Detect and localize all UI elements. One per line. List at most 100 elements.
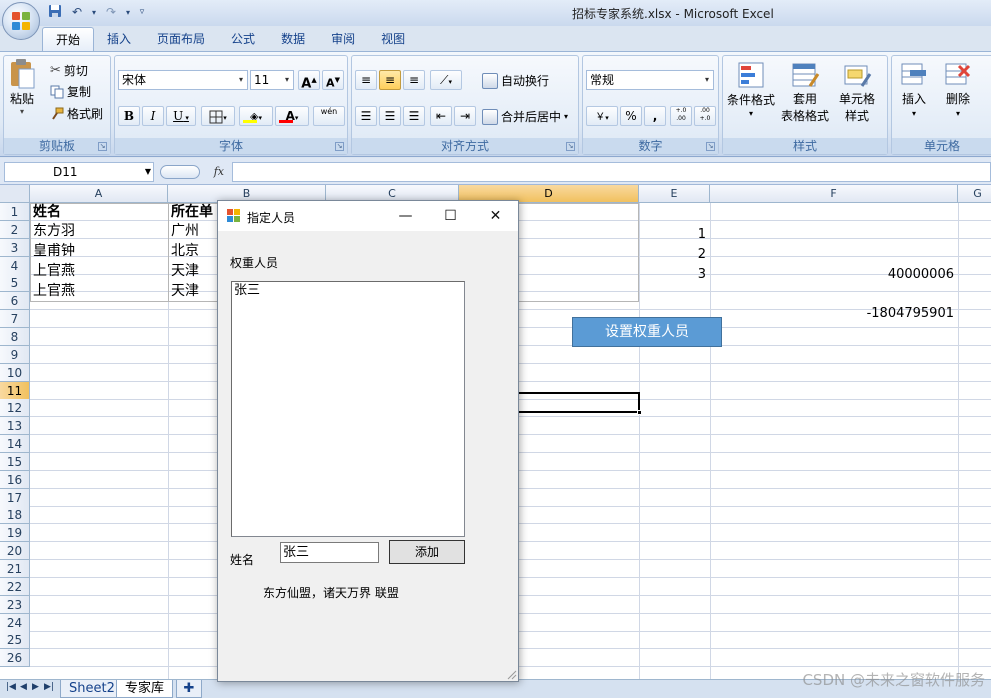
tab-view[interactable]: 视图 <box>368 27 418 51</box>
insert-function-button[interactable]: fx <box>158 162 230 182</box>
list-item[interactable]: 张三 <box>232 282 464 299</box>
row-header-22[interactable]: 22 <box>0 578 30 596</box>
first-sheet-icon[interactable]: |◀ <box>6 682 16 692</box>
shrink-font-button[interactable]: A▼ <box>322 70 344 90</box>
row-header-25[interactable]: 25 <box>0 631 30 649</box>
copy-button[interactable]: 复制 <box>50 83 91 100</box>
percent-button[interactable]: % <box>620 106 642 126</box>
save-icon[interactable] <box>46 4 64 21</box>
tab-formulas[interactable]: 公式 <box>218 27 268 51</box>
row-header-11[interactable]: 11 <box>0 382 30 400</box>
tab-home[interactable]: 开始 <box>42 27 95 51</box>
number-format-select[interactable]: 常规 ▾ <box>586 70 714 90</box>
sheet-tab-expert-library[interactable]: 专家库 <box>116 680 174 698</box>
font-size-select[interactable]: 11 ▾ <box>250 70 294 90</box>
fill-color-button[interactable]: ◈▾ <box>239 106 273 126</box>
align-bottom-button[interactable]: ≡ <box>403 70 425 90</box>
wrap-text-button[interactable]: 自动换行 <box>482 72 549 89</box>
font-launcher-icon[interactable]: ↘ <box>335 142 344 151</box>
select-all-corner[interactable] <box>0 185 30 203</box>
increase-indent-button[interactable]: ⇥ <box>454 106 476 126</box>
align-right-button[interactable]: ☰ <box>403 106 425 126</box>
row-header-14[interactable]: 14 <box>0 435 30 453</box>
tab-page-layout[interactable]: 页面布局 <box>144 27 218 51</box>
clipboard-launcher-icon[interactable]: ↘ <box>98 142 107 151</box>
number-launcher-icon[interactable]: ↘ <box>706 142 715 151</box>
row-header-4[interactable]: 4 <box>0 257 30 275</box>
comma-button[interactable]: , <box>644 106 666 126</box>
phonetic-button[interactable]: wén <box>313 106 345 126</box>
row-header-9[interactable]: 9 <box>0 346 30 364</box>
alignment-launcher-icon[interactable]: ↘ <box>566 142 575 151</box>
row-header-6[interactable]: 6 <box>0 292 30 310</box>
minimize-icon[interactable]: — <box>383 201 428 231</box>
undo-dropdown-icon[interactable]: ▾ <box>90 4 98 21</box>
cell-f4[interactable]: 40000006 <box>710 265 958 284</box>
formula-input[interactable] <box>232 162 991 182</box>
font-color-button[interactable]: A▾ <box>275 106 309 126</box>
font-name-select[interactable]: 宋体 ▾ <box>118 70 248 90</box>
tab-review[interactable]: 审阅 <box>318 27 368 51</box>
formula-bar-slider[interactable] <box>160 165 200 179</box>
add-button[interactable]: 添加 <box>389 540 465 564</box>
name-box[interactable]: D11 ▼ <box>4 162 154 182</box>
row-header-2[interactable]: 2 <box>0 221 30 239</box>
redo-dropdown-icon[interactable]: ▾ <box>124 4 132 21</box>
row-header-7[interactable]: 7 <box>0 310 30 328</box>
customize-icon[interactable]: ▿ <box>136 4 148 21</box>
orientation-button[interactable]: ⟋▾ <box>430 70 462 90</box>
align-middle-button[interactable]: ≡ <box>379 70 401 90</box>
column-header-f[interactable]: F <box>710 185 958 203</box>
name-input[interactable]: 张三 <box>280 542 379 563</box>
row-header-17[interactable]: 17 <box>0 489 30 507</box>
cell-a1[interactable]: 姓名 <box>30 203 168 222</box>
row-header-3[interactable]: 3 <box>0 239 30 257</box>
insert-cells-button[interactable]: 插入 ▾ <box>900 60 928 118</box>
weight-persons-listbox[interactable]: 张三 <box>231 281 465 537</box>
format-as-table-button[interactable]: 套用 表格格式 <box>781 60 829 124</box>
format-painter-button[interactable]: 格式刷 <box>50 105 103 122</box>
row-header-13[interactable]: 13 <box>0 417 30 435</box>
row-header-19[interactable]: 19 <box>0 524 30 542</box>
cell-a4[interactable]: 上官燕 <box>30 262 168 281</box>
row-header-1[interactable]: 1 <box>0 203 30 221</box>
decrease-decimal-button[interactable]: .00 +.0 <box>694 106 716 126</box>
office-button[interactable] <box>2 2 40 40</box>
decrease-indent-button[interactable]: ⇤ <box>430 106 452 126</box>
row-header-18[interactable]: 18 <box>0 506 30 524</box>
currency-button[interactable]: ￥▾ <box>586 106 618 126</box>
cut-button[interactable]: ✂ 剪切 <box>50 62 88 79</box>
cell-e3[interactable]: 2 <box>639 245 710 264</box>
tab-insert[interactable]: 插入 <box>94 27 144 51</box>
set-weight-persons-button[interactable]: 设置权重人员 <box>572 317 722 347</box>
row-header-16[interactable]: 16 <box>0 471 30 489</box>
maximize-icon[interactable]: ☐ <box>428 201 473 231</box>
row-header-24[interactable]: 24 <box>0 614 30 632</box>
row-header-26[interactable]: 26 <box>0 649 30 667</box>
delete-cells-button[interactable]: 删除 ▾ <box>944 60 972 118</box>
cell-a2[interactable]: 东方羽 <box>30 222 168 241</box>
row-header-10[interactable]: 10 <box>0 364 30 382</box>
cell-a3[interactable]: 皇甫钟 <box>30 242 168 261</box>
column-header-a[interactable]: A <box>30 185 168 203</box>
prev-sheet-icon[interactable]: ◀ <box>20 682 27 692</box>
bold-button[interactable]: B <box>118 106 140 126</box>
underline-button[interactable]: U ▾ <box>166 106 196 126</box>
insert-sheet-icon[interactable]: ✚ <box>176 680 202 698</box>
cell-f6[interactable]: -1804795901 <box>710 304 958 323</box>
increase-decimal-button[interactable]: +.0 .00 <box>670 106 692 126</box>
row-header-21[interactable]: 21 <box>0 560 30 578</box>
undo-icon[interactable]: ↶ <box>68 4 86 21</box>
paste-button[interactable]: 粘贴 ▾ <box>8 58 36 116</box>
row-header-12[interactable]: 12 <box>0 399 30 417</box>
conditional-format-button[interactable]: 条件格式 ▾ <box>727 60 775 118</box>
next-sheet-icon[interactable]: ▶ <box>32 682 39 692</box>
resize-grip-icon[interactable] <box>505 668 517 680</box>
row-header-20[interactable]: 20 <box>0 542 30 560</box>
column-header-e[interactable]: E <box>639 185 710 203</box>
borders-button[interactable]: ▾ <box>201 106 235 126</box>
grow-font-button[interactable]: A▲ <box>298 70 320 91</box>
cell-e4[interactable]: 3 <box>639 265 710 284</box>
align-left-button[interactable]: ☰ <box>355 106 377 126</box>
row-header-5[interactable]: 5 <box>0 274 30 292</box>
